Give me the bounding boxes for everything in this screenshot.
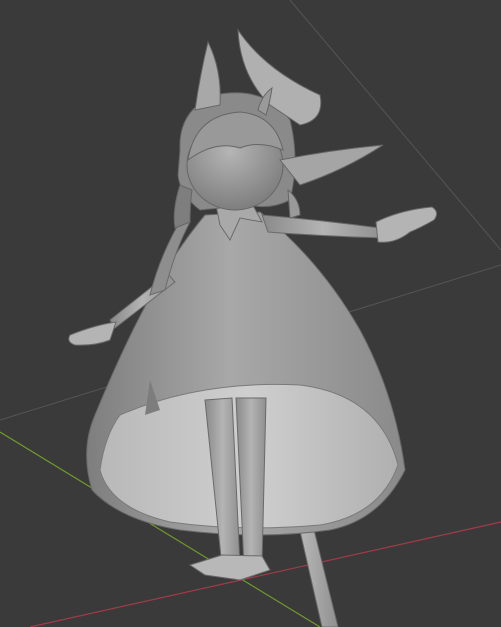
model-hair-strand: [173, 184, 193, 229]
x-axis-line: [29, 521, 501, 627]
model-hand-left: [68, 321, 117, 346]
model-hand-right: [375, 206, 438, 243]
character-model[interactable]: [68, 28, 438, 627]
3d-viewport[interactable]: [0, 0, 501, 627]
model-leg-inner: [235, 397, 267, 567]
model-hair-back-piece: [287, 188, 301, 219]
viewport-canvas[interactable]: [0, 0, 501, 627]
model-horn-left: [194, 40, 221, 111]
model-ear: [279, 144, 384, 186]
